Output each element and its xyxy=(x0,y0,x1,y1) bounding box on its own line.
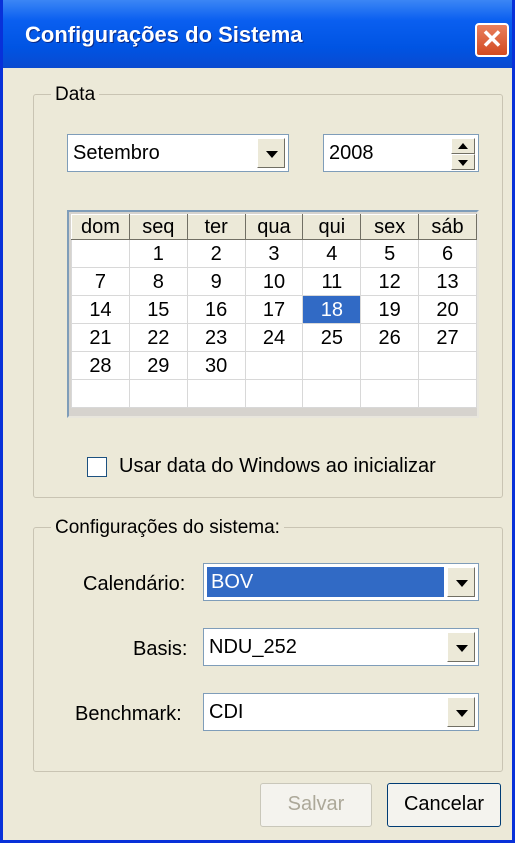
month-value: Setembro xyxy=(73,142,160,164)
calendar-empty-cell xyxy=(302,351,362,380)
calendar-empty-cell xyxy=(71,379,130,408)
calendar-day[interactable]: 18 xyxy=(302,295,362,324)
date-group-legend: Data xyxy=(51,84,100,106)
weekday-header: qui xyxy=(302,214,362,240)
spin-up-button[interactable] xyxy=(451,138,475,154)
calendar-empty-cell xyxy=(360,351,420,380)
month-select[interactable]: Setembro xyxy=(67,134,289,172)
weekday-header: sex xyxy=(360,214,420,240)
calendar-day[interactable]: 17 xyxy=(244,295,304,324)
basis-select[interactable]: NDU_252 xyxy=(203,628,479,666)
spin-down-button[interactable] xyxy=(451,154,475,170)
benchmark-label: Benchmark: xyxy=(75,703,182,725)
weekday-header: sáb xyxy=(418,214,477,240)
calendar-day[interactable]: 26 xyxy=(360,323,420,352)
benchmark-select[interactable]: CDI xyxy=(203,693,479,731)
calendar-empty-cell xyxy=(418,351,477,380)
system-group-legend: Configurações do sistema: xyxy=(51,517,284,539)
benchmark-value: CDI xyxy=(209,701,244,723)
calendar: dom seq ter qua qui sex sáb 1 2 3 4 5 6 7 8 9 10 11 12 13 1… xyxy=(67,210,479,418)
calendar-day[interactable]: 11 xyxy=(302,267,362,296)
calendar-empty-cell xyxy=(71,239,130,268)
calendar-day[interactable]: 20 xyxy=(418,295,477,324)
year-spin-buttons xyxy=(451,138,475,170)
calendar-day[interactable]: 5 xyxy=(360,239,420,268)
calendario-label: Calendário: xyxy=(83,573,186,595)
use-windows-date-checkbox[interactable] xyxy=(87,457,107,477)
cancel-button[interactable]: Cancelar xyxy=(387,783,501,827)
chevron-down-icon xyxy=(266,151,278,158)
calendar-day[interactable]: 7 xyxy=(71,267,130,296)
calendar-empty-cell xyxy=(128,379,188,408)
calendario-dropdown-button[interactable] xyxy=(447,567,475,597)
calendar-day[interactable]: 24 xyxy=(244,323,304,352)
benchmark-dropdown-button[interactable] xyxy=(447,697,475,727)
calendar-day[interactable]: 22 xyxy=(128,323,188,352)
calendar-day[interactable]: 6 xyxy=(418,239,477,268)
arrow-down-icon xyxy=(458,160,468,166)
year-spinner[interactable]: 2008 xyxy=(323,134,479,172)
calendar-day[interactable]: 3 xyxy=(244,239,304,268)
calendar-day[interactable]: 10 xyxy=(244,267,304,296)
calendar-day[interactable]: 1 xyxy=(128,239,188,268)
calendar-empty-cell xyxy=(418,379,477,408)
chevron-down-icon xyxy=(456,580,468,587)
calendar-week-row: 14 15 16 17 18 19 20 xyxy=(71,295,477,324)
calendar-week-row: 28 29 30 xyxy=(71,351,477,380)
month-dropdown-button[interactable] xyxy=(257,138,285,168)
calendar-day[interactable]: 4 xyxy=(302,239,362,268)
calendar-day[interactable]: 16 xyxy=(186,295,246,324)
calendario-select[interactable]: BOV xyxy=(203,563,479,601)
calendar-empty-cell xyxy=(302,379,362,408)
calendar-week-row: 21 22 23 24 25 26 27 xyxy=(71,323,477,352)
weekday-header: dom xyxy=(71,214,130,240)
calendar-day[interactable]: 28 xyxy=(71,351,130,380)
settings-dialog: Configurações do Sistema ✕ Data Setembro… xyxy=(0,0,515,843)
window-title: Configurações do Sistema xyxy=(25,22,303,47)
calendar-grid: dom seq ter qua qui sex sáb 1 2 3 4 5 6 7 8 9 10 11 12 13 1… xyxy=(71,214,477,408)
use-windows-date-label[interactable]: Usar data do Windows ao inicializar xyxy=(119,455,436,478)
save-button[interactable]: Salvar xyxy=(260,783,372,827)
weekday-header: qua xyxy=(244,214,304,240)
calendar-day[interactable]: 8 xyxy=(128,267,188,296)
calendar-day[interactable]: 14 xyxy=(71,295,130,324)
calendar-day[interactable]: 19 xyxy=(360,295,420,324)
calendar-day[interactable]: 15 xyxy=(128,295,188,324)
arrow-up-icon xyxy=(458,143,468,149)
calendar-week-row: 123456 xyxy=(71,239,477,268)
calendar-day[interactable]: 12 xyxy=(360,267,420,296)
basis-label: Basis: xyxy=(133,638,188,660)
calendar-day[interactable]: 23 xyxy=(186,323,246,352)
calendar-day[interactable]: 30 xyxy=(186,351,246,380)
calendar-week-row xyxy=(71,379,477,408)
calendar-day[interactable]: 13 xyxy=(418,267,477,296)
basis-dropdown-button[interactable] xyxy=(447,632,475,662)
calendar-day[interactable]: 21 xyxy=(71,323,130,352)
calendar-week-row: 7 8 9 10 11 12 13 xyxy=(71,267,477,296)
close-icon[interactable]: ✕ xyxy=(475,23,509,57)
chevron-down-icon xyxy=(456,710,468,717)
calendar-day[interactable]: 29 xyxy=(128,351,188,380)
calendar-empty-cell xyxy=(244,379,304,408)
basis-value: NDU_252 xyxy=(209,636,297,658)
calendar-empty-cell xyxy=(244,351,304,380)
calendar-empty-cell xyxy=(360,379,420,408)
calendar-day[interactable]: 9 xyxy=(186,267,246,296)
calendario-value: BOV xyxy=(206,566,445,598)
weekday-header: seq xyxy=(128,214,188,240)
title-bar[interactable]: Configurações do Sistema ✕ xyxy=(3,0,512,68)
chevron-down-icon xyxy=(456,645,468,652)
calendar-empty-cell xyxy=(186,379,246,408)
year-value: 2008 xyxy=(329,142,374,164)
calendar-day[interactable]: 27 xyxy=(418,323,477,352)
calendar-day[interactable]: 2 xyxy=(186,239,246,268)
weekday-header: ter xyxy=(186,214,246,240)
calendar-day[interactable]: 25 xyxy=(302,323,362,352)
